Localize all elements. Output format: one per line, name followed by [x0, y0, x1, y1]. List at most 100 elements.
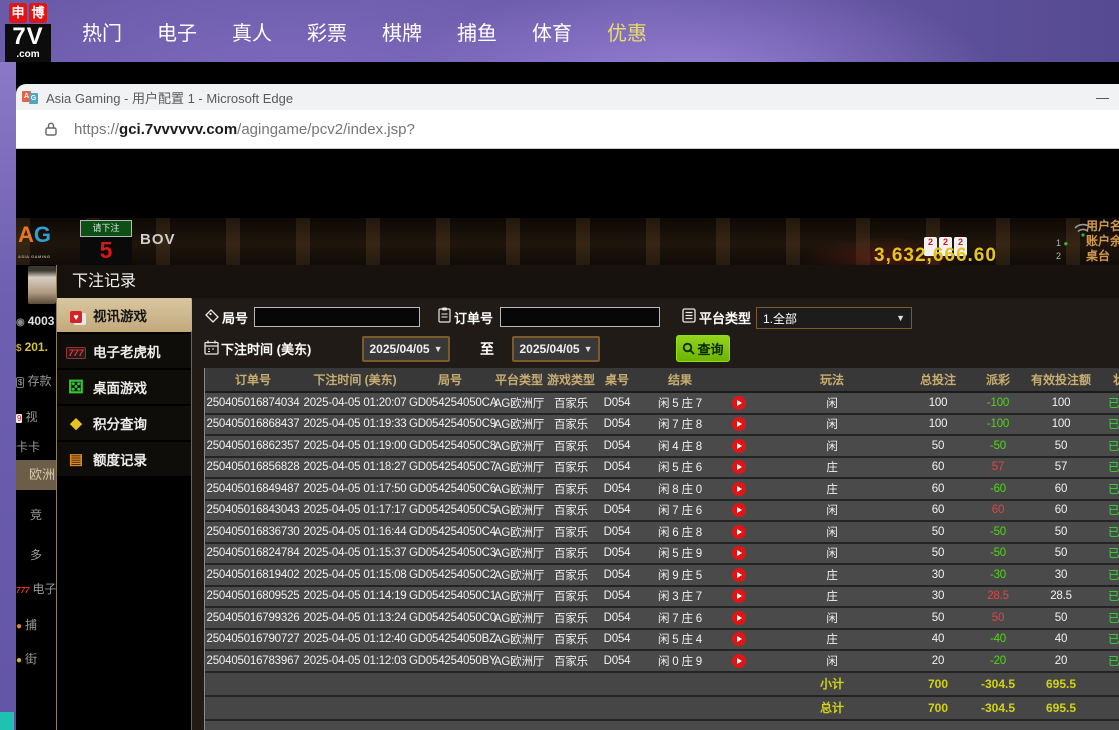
cell-order-no: 250405016856828 — [205, 461, 301, 473]
menu-item-credit-records[interactable]: 额度记录 — [57, 442, 191, 476]
replay-button[interactable] — [732, 503, 746, 517]
replay-button[interactable] — [732, 439, 746, 453]
menu-item-points[interactable]: 积分查询 — [57, 406, 191, 440]
cell-table-no: D054 — [595, 655, 639, 667]
cell-order-no: 250405016824784 — [205, 547, 301, 559]
minimize-button[interactable]: — — [1096, 90, 1109, 105]
nav-item-promo[interactable]: 优惠 — [607, 17, 651, 46]
cell-payout: -50 — [969, 526, 1027, 538]
cell-status: 已派彩 — [1095, 395, 1119, 411]
cell-platform: AG欧洲厅 — [491, 631, 547, 647]
order-input[interactable] — [500, 307, 660, 327]
cell-result: 闲 4 庄 8 — [639, 438, 721, 454]
cell-status: 已派彩 — [1095, 524, 1119, 540]
cell-result: 闲 9 庄 5 — [639, 567, 721, 583]
cell-platform: AG欧洲厅 — [491, 438, 547, 454]
total-bet: 700 — [907, 701, 969, 715]
site-nav-items: 热门 电子 真人 彩票 棋牌 捕鱼 体育 优惠 — [82, 0, 682, 62]
total-payout: -304.5 — [969, 701, 1027, 715]
cell-play-type: 闲 — [757, 610, 907, 626]
nav-item-board[interactable]: 棋牌 — [382, 17, 426, 46]
menu-item-video-games[interactable]: 视讯游戏 — [57, 298, 191, 332]
menu-item-table-games[interactable]: 桌面游戏 — [57, 370, 191, 404]
panel-title: 下注记录 — [72, 273, 136, 290]
replay-button[interactable] — [732, 460, 746, 474]
table-header-row: 订单号下注时间 (美东)局号平台类型游戏类型桌号结果玩法总投注派彩有效投注额状态 — [205, 368, 1119, 393]
platform-type-select[interactable]: 1.全部 ▼ — [756, 307, 912, 329]
cell-payout: -50 — [969, 547, 1027, 559]
cell-bet-time: 2025-04-05 01:14:19 — [301, 590, 409, 602]
gem-icon — [65, 414, 87, 432]
nav-item-live[interactable]: 真人 — [232, 17, 276, 46]
cell-replay — [721, 568, 757, 582]
account-number: ◉4003 — [16, 314, 56, 328]
list-icon — [682, 308, 696, 323]
replay-button[interactable] — [732, 632, 746, 646]
cell-total-bet: 100 — [907, 418, 969, 430]
cell-play-type: 庄 — [757, 631, 907, 647]
cell-payout: -100 — [969, 397, 1027, 409]
chevron-down-icon: ▼ — [434, 344, 443, 354]
replay-button[interactable] — [732, 568, 746, 582]
cell-status: 已派彩 — [1095, 653, 1119, 669]
cell-replay — [721, 503, 757, 517]
cell-table-no: D054 — [595, 547, 639, 559]
document-icon — [65, 450, 87, 468]
cell-table-no: D054 — [595, 612, 639, 624]
search-icon — [682, 342, 695, 355]
date-from-select[interactable]: 2025/04/05▼ — [362, 336, 450, 362]
site-logo[interactable]: 申 博 7V .com — [5, 3, 51, 62]
replay-button[interactable] — [732, 611, 746, 625]
sidebar-item-jing: 竞 — [16, 506, 56, 523]
window-title: Asia Gaming - 用户配置 1 - Microsoft Edge — [46, 88, 293, 107]
cell-result: 闲 8 庄 0 — [639, 481, 721, 497]
replay-button[interactable] — [732, 525, 746, 539]
table-row: 250405016790727 2025-04-05 01:12:40 GD05… — [205, 630, 1119, 652]
nav-item-hot[interactable]: 热门 — [82, 17, 126, 46]
sidebar-item-slots: 777电子 — [16, 580, 56, 597]
column-header: 派彩 — [969, 371, 1027, 388]
subtotal-bet: 700 — [907, 677, 969, 691]
nav-item-sports[interactable]: 体育 — [532, 17, 576, 46]
cell-platform: AG欧洲厅 — [491, 416, 547, 432]
replay-button[interactable] — [732, 417, 746, 431]
date-to-select[interactable]: 2025/04/05▼ — [512, 336, 600, 362]
replay-button[interactable] — [732, 396, 746, 410]
chevron-down-icon: ▼ — [896, 313, 911, 323]
cell-play-type: 庄 — [757, 481, 907, 497]
browser-url-bar[interactable]: https://gci.7vvvvvv.com/agingame/pcv2/in… — [16, 110, 1119, 149]
cell-play-type: 闲 — [757, 395, 907, 411]
cell-order-no: 250405016790727 — [205, 633, 301, 645]
url-text: https://gci.7vvvvvv.com/agingame/pcv2/in… — [74, 121, 415, 138]
nav-item-lottery[interactable]: 彩票 — [307, 17, 351, 46]
replay-button[interactable] — [732, 546, 746, 560]
cell-replay — [721, 654, 757, 668]
nav-item-slots[interactable]: 电子 — [157, 17, 201, 46]
replay-button[interactable] — [732, 589, 746, 603]
cell-game-type: 百家乐 — [547, 481, 595, 497]
logo-badge-1: 申 — [9, 3, 27, 23]
logo-badges: 申 博 — [5, 3, 51, 23]
replay-button[interactable] — [732, 482, 746, 496]
cell-result: 闲 3 庄 7 — [639, 588, 721, 604]
cell-result: 闲 0 庄 9 — [639, 653, 721, 669]
table-row: 250405016836730 2025-04-05 01:16:44 GD05… — [205, 522, 1119, 544]
cell-table-no: D054 — [595, 440, 639, 452]
cell-valid-bet: 28.5 — [1027, 590, 1095, 602]
cell-total-bet: 100 — [907, 397, 969, 409]
sidebar-item-arcade: ●街 — [16, 650, 56, 667]
search-button[interactable]: 查询 — [676, 335, 730, 362]
cell-replay — [721, 396, 757, 410]
replay-button[interactable] — [732, 654, 746, 668]
round-input[interactable] — [254, 307, 420, 327]
sidebar-item-video: 9视 — [16, 408, 56, 425]
nav-item-fishing[interactable]: 捕鱼 — [457, 17, 501, 46]
cell-total-bet: 30 — [907, 569, 969, 581]
calendar-icon — [204, 340, 219, 355]
cell-table-no: D054 — [595, 569, 639, 581]
cell-order-no: 250405016836730 — [205, 526, 301, 538]
cell-result: 闲 7 庄 6 — [639, 610, 721, 626]
cell-table-no: D054 — [595, 526, 639, 538]
cell-total-bet: 20 — [907, 655, 969, 667]
menu-item-slots[interactable]: 电子老虎机 — [57, 334, 191, 368]
